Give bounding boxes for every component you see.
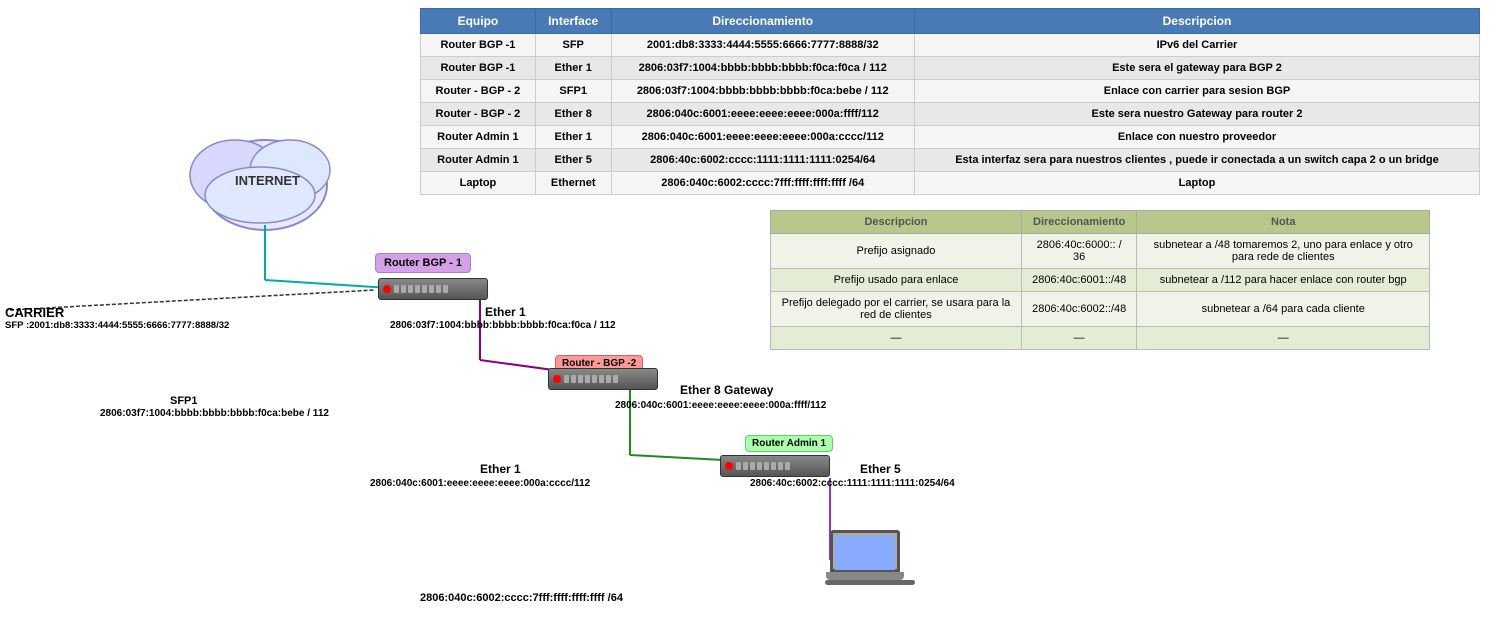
lower-cell-direccionamiento: 2806:40c:6002::/48 [1021, 292, 1137, 327]
col-header-interface: Interface [535, 9, 611, 34]
cell-equipo: Router BGP -1 [421, 57, 536, 80]
laptop-addr: 2806:040c:6002:cccc:7fff:ffff:ffff:ffff … [420, 592, 623, 604]
admin1-ether1-addr: 2806:040c:6001:eeee:eeee:eeee:000a:cccc/… [370, 478, 590, 489]
laptop-screen-inner [835, 536, 895, 570]
internet-label: INTERNET [235, 173, 300, 188]
lower-cell-direccionamiento: 2806:40c:6000:: / 36 [1021, 234, 1137, 269]
lower-table-row: Prefijo usado para enlace2806:40c:6001::… [771, 269, 1430, 292]
router-admin1-label-box: Router Admin 1 [745, 435, 833, 452]
cell-interface: SFP [535, 34, 611, 57]
cell-direccionamiento: 2806:040c:6001:eeee:eeee:eeee:000a:cccc/… [611, 126, 914, 149]
lower-table-row: Prefijo asignado2806:40c:6000:: / 36subn… [771, 234, 1430, 269]
cell-interface: Ether 1 [535, 57, 611, 80]
cell-direccionamiento: 2806:040c:6001:eeee:eeee:eeee:000a:ffff/… [611, 103, 914, 126]
lower-cell-descripcion: Prefijo delegado por el carrier, se usar… [771, 292, 1022, 327]
cell-direccionamiento: 2001:db8:3333:4444:5555:6666:7777:8888/3… [611, 34, 914, 57]
col-header-direccionamiento: Direccionamiento [611, 9, 914, 34]
cell-descripcion: Este sera nuestro Gateway para router 2 [914, 103, 1479, 126]
cell-equipo: Router BGP -1 [421, 34, 536, 57]
carrier-sfp-addr: SFP :2001:db8:3333:4444:5555:6666:7777:8… [5, 320, 229, 331]
cell-equipo: Router Admin 1 [421, 126, 536, 149]
cell-interface: SFP1 [535, 80, 611, 103]
lower-table-row: ——— [771, 327, 1430, 350]
bgp2-sfp1-label: SFP1 [170, 395, 198, 407]
cell-interface: Ether 5 [535, 149, 611, 172]
laptop-device [825, 530, 905, 590]
bgp1-ether1-addr: 2806:03f7:1004:bbbb:bbbb:bbbb:f0ca:f0ca … [390, 320, 616, 331]
admin1-ether5-addr: 2806:40c:6002:cccc:1111:1111:1111:0254/6… [750, 478, 955, 489]
cell-descripcion: Este sera el gateway para BGP 2 [914, 57, 1479, 80]
router-bgp2-device [548, 368, 658, 390]
bgp2-ether8-addr: 2806:040c:6001:eeee:eeee:eeee:000a:ffff/… [615, 400, 826, 411]
lower-table-row: Prefijo delegado por el carrier, se usar… [771, 292, 1430, 327]
lower-prefix-table: Descripcion Direccionamiento Nota Prefij… [770, 210, 1430, 350]
col-header-descripcion: Descripcion [914, 9, 1479, 34]
router-admin1-device [720, 455, 830, 477]
table-row: Router BGP -1Ether 12806:03f7:1004:bbbb:… [421, 57, 1480, 80]
router-bgp1-ports [394, 285, 448, 293]
lower-cell-descripcion: — [771, 327, 1022, 350]
cell-descripcion: Laptop [914, 172, 1479, 195]
cell-interface: Ether 8 [535, 103, 611, 126]
lower-cell-direccionamiento: — [1021, 327, 1137, 350]
lower-cell-descripcion: Prefijo asignado [771, 234, 1022, 269]
cell-interface: Ether 1 [535, 126, 611, 149]
lower-cell-nota: — [1137, 327, 1430, 350]
cell-direccionamiento: 2806:03f7:1004:bbbb:bbbb:bbbb:f0ca:f0ca … [611, 57, 914, 80]
cell-descripcion: IPv6 del Carrier [914, 34, 1479, 57]
table-row: Router - BGP - 2Ether 82806:040c:6001:ee… [421, 103, 1480, 126]
cell-descripcion: Enlace con nuestro proveedor [914, 126, 1479, 149]
router-bgp1-device [378, 278, 488, 300]
cell-equipo: Laptop [421, 172, 536, 195]
col-header-equipo: Equipo [421, 9, 536, 34]
main-routing-table: Equipo Interface Direccionamiento Descri… [420, 8, 1480, 195]
cell-direccionamiento: 2806:40c:6002:cccc:1111:1111:1111:0254/6… [611, 149, 914, 172]
cell-direccionamiento: 2806:03f7:1004:bbbb:bbbb:bbbb:f0ca:bebe … [611, 80, 914, 103]
router-admin1-ports [736, 462, 790, 470]
cell-interface: Ethernet [535, 172, 611, 195]
cell-descripcion: Esta interfaz sera para nuestros cliente… [914, 149, 1479, 172]
laptop-screen [830, 530, 900, 572]
carrier-label: CARRIER [5, 305, 64, 320]
cell-descripcion: Enlace con carrier para sesion BGP [914, 80, 1479, 103]
lower-cell-nota: subnetear a /112 para hacer enlace con r… [1137, 269, 1430, 292]
lower-cell-descripcion: Prefijo usado para enlace [771, 269, 1022, 292]
lower-col-nota: Nota [1137, 211, 1430, 234]
cell-equipo: Router Admin 1 [421, 149, 536, 172]
lower-col-descripcion: Descripcion [771, 211, 1022, 234]
cell-direccionamiento: 2806:040c:6002:cccc:7fff:ffff:ffff:ffff … [611, 172, 914, 195]
cell-equipo: Router - BGP - 2 [421, 80, 536, 103]
bgp2-sfp1-addr: 2806:03f7:1004:bbbb:bbbb:bbbb:f0ca:bebe … [100, 408, 329, 419]
admin1-ether5-label: Ether 5 [860, 462, 901, 476]
cell-equipo: Router - BGP - 2 [421, 103, 536, 126]
lower-cell-direccionamiento: 2806:40c:6001::/48 [1021, 269, 1137, 292]
table-row: Router BGP -1SFP2001:db8:3333:4444:5555:… [421, 34, 1480, 57]
router-bgp2-ports [564, 375, 618, 383]
laptop-foot [825, 580, 915, 585]
table-row: Router Admin 1Ether 52806:40c:6002:cccc:… [421, 149, 1480, 172]
lower-col-direccionamiento: Direccionamiento [1021, 211, 1137, 234]
router-bgp1-label-box: Router BGP - 1 [375, 253, 471, 273]
bgp1-ether1-label: Ether 1 [485, 305, 526, 319]
bgp2-ether8-label: Ether 8 Gateway [680, 383, 773, 397]
lower-cell-nota: subnetear a /48 tomaremos 2, uno para en… [1137, 234, 1430, 269]
admin1-ether1-label: Ether 1 [480, 462, 521, 476]
table-row: LaptopEthernet2806:040c:6002:cccc:7fff:f… [421, 172, 1480, 195]
lower-cell-nota: subnetear a /64 para cada cliente [1137, 292, 1430, 327]
table-row: Router Admin 1Ether 12806:040c:6001:eeee… [421, 126, 1480, 149]
laptop-base [826, 572, 904, 580]
table-row: Router - BGP - 2SFP12806:03f7:1004:bbbb:… [421, 80, 1480, 103]
